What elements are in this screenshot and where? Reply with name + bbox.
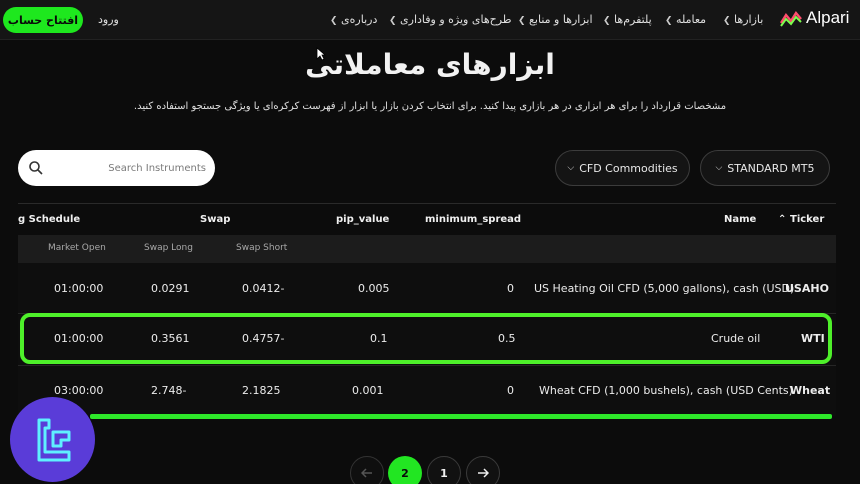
page-button-1[interactable]: 1 bbox=[427, 456, 461, 484]
highlight-frame bbox=[20, 313, 832, 364]
table-row[interactable]: 01:00:00 0.0291 0.0412- 0.005 0 US Heati… bbox=[18, 263, 836, 313]
open-account-button[interactable]: افتتاح حساب bbox=[3, 7, 83, 33]
sort-up-icon[interactable]: ⌃ bbox=[778, 214, 786, 225]
highlight-underline bbox=[90, 414, 832, 419]
chevron-left-icon: ❮ bbox=[603, 16, 611, 26]
nav-item-tools[interactable]: ❮ ابزارها و منابع bbox=[515, 13, 593, 26]
column-schedule[interactable]: g Schedule bbox=[18, 214, 80, 225]
prev-page-button[interactable] bbox=[350, 456, 384, 484]
channel-badge bbox=[10, 397, 95, 482]
next-page-button[interactable] bbox=[466, 456, 500, 484]
arrow-left-icon bbox=[361, 468, 372, 478]
brand-mark-icon bbox=[37, 418, 70, 461]
chevron-down-icon: ⌵ bbox=[567, 163, 575, 173]
chevron-down-icon: ⌵ bbox=[715, 163, 723, 173]
category-dropdown-label: CFD Commodities bbox=[579, 161, 678, 175]
alpari-logo-icon bbox=[780, 10, 802, 27]
chevron-left-icon: ❮ bbox=[665, 16, 673, 26]
nav-item-trading[interactable]: ❮ معامله bbox=[662, 13, 706, 26]
nav-item-loyalty[interactable]: ❮ طرح‌های ویژه و وفاداری bbox=[386, 13, 512, 26]
column-name[interactable]: Name bbox=[724, 214, 756, 225]
chevron-left-icon: ❮ bbox=[518, 16, 526, 26]
page-subtitle: مشخصات قرارداد را برای هر ابزاری در هر ب… bbox=[133, 101, 727, 112]
page-button-active[interactable]: 2 bbox=[388, 456, 422, 484]
login-link[interactable]: ورود bbox=[98, 13, 119, 26]
nav-item-platforms[interactable]: ❮ پلتفرم‌ها bbox=[600, 13, 652, 26]
category-dropdown[interactable]: ⌵ CFD Commodities bbox=[555, 150, 690, 186]
row-divider bbox=[18, 365, 836, 366]
alpari-logo[interactable]: Alpari bbox=[780, 8, 849, 28]
arrow-right-icon bbox=[478, 468, 489, 478]
table-subheader: Market Open Swap Long Swap Short bbox=[18, 235, 836, 263]
column-minimum-spread[interactable]: minimum_spread bbox=[425, 214, 521, 225]
table-row[interactable]: 03:00:00 2.748- 2.1825 0.001 0 Wheat CFD… bbox=[18, 366, 836, 416]
search-input[interactable] bbox=[58, 159, 206, 177]
nav-item-about[interactable]: ❮ درباره‌ی bbox=[327, 13, 377, 26]
top-nav: افتتاح حساب ورود ❮ درباره‌ی ❮ طرح‌های وی… bbox=[0, 0, 860, 40]
subcolumn-market-open: Market Open bbox=[48, 243, 106, 253]
chevron-left-icon: ❮ bbox=[723, 16, 731, 26]
column-ticker[interactable]: Ticker bbox=[790, 214, 824, 225]
column-pip-value[interactable]: pip_value bbox=[336, 214, 389, 225]
subcolumn-swap-long: Swap Long bbox=[144, 243, 193, 253]
column-swap[interactable]: Swap bbox=[200, 214, 230, 225]
chevron-left-icon: ❮ bbox=[330, 16, 338, 26]
search-box[interactable] bbox=[18, 150, 215, 186]
search-icon bbox=[29, 161, 43, 175]
table-header: g Schedule Swap pip_value minimum_spread… bbox=[18, 203, 836, 235]
account-type-dropdown[interactable]: ⌵ STANDARD MT5 bbox=[700, 150, 830, 186]
mouse-cursor-icon bbox=[316, 47, 326, 61]
nav-item-markets[interactable]: ❮ بازارها bbox=[720, 13, 763, 26]
account-type-dropdown-label: STANDARD MT5 bbox=[727, 161, 815, 175]
subcolumn-swap-short: Swap Short bbox=[236, 243, 288, 253]
chevron-left-icon: ❮ bbox=[389, 16, 397, 26]
page-title: ابزارهای معاملاتی bbox=[305, 48, 555, 81]
